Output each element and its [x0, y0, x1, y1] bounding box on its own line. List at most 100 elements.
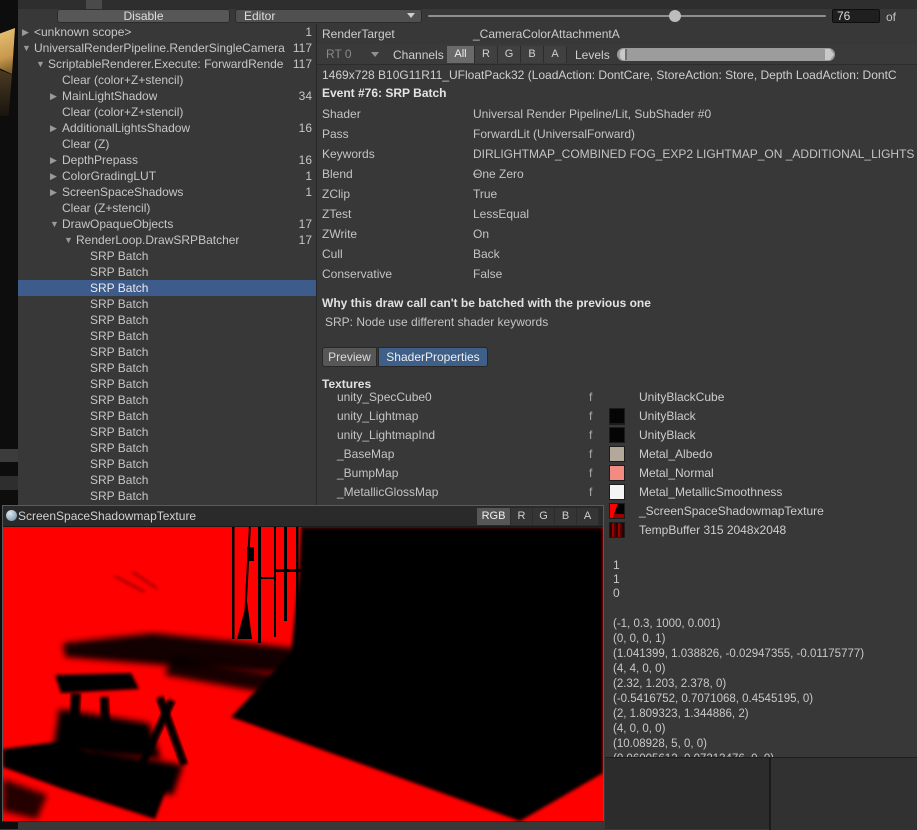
tree-row-colorgradinglut[interactable]: ▶ColorGradingLUT1 [18, 168, 316, 184]
texture-thumbnail[interactable] [609, 484, 625, 500]
tree-row-screenspaceshadows[interactable]: ▶ScreenSpaceShadows1 [18, 184, 316, 200]
texture-name: UnityBlack [639, 409, 696, 423]
foldout-open-icon[interactable]: ▼ [50, 216, 59, 232]
levels-max-handle[interactable] [825, 49, 834, 60]
draw-call-count: 34 [299, 88, 312, 104]
tree-row-srp-batch[interactable]: SRP Batch [18, 440, 316, 456]
frame-slider-thumb[interactable] [669, 10, 681, 22]
draw-call-count: 117 [293, 40, 312, 56]
frame-number-input[interactable]: 76 [832, 9, 880, 23]
chevron-down-icon [371, 52, 379, 57]
tree-row-label: SRP Batch [90, 488, 148, 504]
tab-preview[interactable]: Preview [322, 347, 377, 367]
texture-thumbnail[interactable] [609, 465, 625, 481]
tree-row-srp-batch[interactable]: SRP Batch [18, 344, 316, 360]
texture-param-name: unity_LightmapInd [337, 428, 435, 442]
preview-titlebar[interactable]: ScreenSpaceShadowmapTexture RGBRGBA [3, 506, 603, 527]
tree-row-srp-batch[interactable]: SRP Batch [18, 424, 316, 440]
tree-row--unknown-scope-[interactable]: ▶ <unknown scope> 1 [18, 24, 316, 40]
foldout-closed-icon[interactable]: ▶ [50, 152, 57, 168]
property-key-ztest: ZTest [322, 207, 351, 221]
tree-row-srp-batch[interactable]: SRP Batch [18, 472, 316, 488]
texture-thumbnail[interactable] [609, 446, 625, 462]
channel-all-button[interactable]: All [447, 46, 475, 63]
tree-row-clear-color-z-stencil-[interactable]: Clear (color+Z+stencil) [18, 72, 316, 88]
preview-channel-rgb-button[interactable]: RGB [477, 508, 511, 525]
foldout-closed-icon[interactable]: ▶ [50, 120, 57, 136]
tree-row-srp-batch[interactable]: SRP Batch [18, 280, 316, 296]
draw-call-count: 1 [305, 24, 312, 40]
foldout-open-icon[interactable]: ▼ [22, 40, 31, 56]
preview-channel-a-button[interactable]: A [577, 508, 599, 525]
tree-row-srp-batch[interactable]: SRP Batch [18, 312, 316, 328]
tree-row-label: SRP Batch [90, 312, 148, 328]
draw-call-count: 16 [299, 120, 312, 136]
tree-row-label: SRP Batch [90, 344, 148, 360]
tree-row-srp-batch[interactable]: SRP Batch [18, 296, 316, 312]
channel-b-button[interactable]: B [521, 46, 544, 63]
channel-a-button[interactable]: A [544, 46, 567, 63]
channel-g-button[interactable]: G [498, 46, 521, 63]
texture-name: TempBuffer 315 2048x2048 [639, 523, 786, 537]
texture-preview-window[interactable]: ScreenSpaceShadowmapTexture RGBRGBA [2, 505, 604, 822]
tree-row-label: SRP Batch [90, 440, 148, 456]
foldout-closed-icon[interactable]: ▶ [50, 168, 57, 184]
tree-row-label: DepthPrepass [62, 152, 138, 168]
texture-name: _ScreenSpaceShadowmapTexture [639, 504, 824, 518]
textures-section-title: Textures [322, 377, 371, 391]
target-select-dropdown[interactable]: Editor [235, 9, 422, 23]
texture-name: Metal_Normal [639, 466, 714, 480]
tree-row-srp-batch[interactable]: SRP Batch [18, 264, 316, 280]
texture-thumbnail[interactable] [609, 522, 625, 538]
tree-row-mainlightshadow[interactable]: ▶MainLightShadow34 [18, 88, 316, 104]
foldout-open-icon[interactable]: ▼ [64, 232, 73, 248]
foldout-closed-icon[interactable]: ▶ [22, 24, 29, 40]
preview-channel-r-button[interactable]: R [511, 508, 533, 525]
tree-row-drawopaqueobjects[interactable]: ▼DrawOpaqueObjects17 [18, 216, 316, 232]
tree-row-label: ColorGradingLUT [62, 168, 156, 184]
tree-row-depthprepass[interactable]: ▶ DepthPrepass 16 [18, 152, 316, 168]
texture-thumbnail[interactable] [609, 427, 625, 443]
tree-row-srp-batch[interactable]: SRP Batch [18, 248, 316, 264]
channel-r-button[interactable]: R [475, 46, 498, 63]
texture-name: Metal_MetallicSmoothness [639, 485, 782, 499]
foldout-open-icon[interactable]: ▼ [36, 56, 45, 72]
tree-row-label: Clear (Z+stencil) [62, 200, 150, 216]
tree-row-label: <unknown scope> [34, 24, 131, 40]
tree-row-srp-batch[interactable]: SRP Batch [18, 408, 316, 424]
tree-row-label: SRP Batch [90, 328, 148, 344]
levels-min-handle[interactable] [620, 49, 627, 60]
tree-row-clear-z-[interactable]: Clear (Z) [18, 136, 316, 152]
frame-slider-track[interactable] [428, 15, 826, 17]
texture-name: Metal_Albedo [639, 447, 712, 461]
tree-row-clear-color-z-stencil-[interactable]: Clear (color+Z+stencil) [18, 104, 316, 120]
tree-row-srp-batch[interactable]: SRP Batch [18, 392, 316, 408]
foldout-closed-icon[interactable]: ▶ [50, 184, 57, 200]
rt-index-dropdown[interactable]: RT 0 [321, 47, 383, 62]
texture-flag: f [589, 485, 592, 499]
property-key-pass: Pass [322, 127, 349, 141]
texture-thumbnail[interactable] [609, 408, 625, 424]
texture-thumbnail[interactable] [609, 503, 625, 519]
property-value-ztest: LessEqual [473, 207, 917, 221]
tree-row-universalrenderpipeline-rendersinglecamera[interactable]: ▼UniversalRenderPipeline.RenderSingleCam… [18, 40, 316, 56]
tree-row-label: Clear (color+Z+stencil) [62, 104, 183, 120]
float-value: 1 [613, 572, 620, 586]
tree-row-clear-z-stencil-[interactable]: Clear (Z+stencil) [18, 200, 316, 216]
levels-range-slider[interactable] [617, 48, 835, 61]
tree-row-srp-batch[interactable]: SRP Batch [18, 376, 316, 392]
tree-row-srp-batch[interactable]: SRP Batch [18, 488, 316, 504]
tree-row-additionallightsshadow[interactable]: ▶AdditionalLightsShadow16 [18, 120, 316, 136]
tree-row-srp-batch[interactable]: SRP Batch [18, 360, 316, 376]
tree-row-scriptablerenderer-execute-forwardrende[interactable]: ▼ScriptableRenderer.Execute: ForwardRend… [18, 56, 316, 72]
foldout-closed-icon[interactable]: ▶ [50, 88, 57, 104]
texture-flag: f [589, 409, 592, 423]
disable-button[interactable]: Disable [57, 9, 230, 23]
preview-channel-g-button[interactable]: G [533, 508, 555, 525]
preview-channel-b-button[interactable]: B [555, 508, 577, 525]
tree-row-srp-batch[interactable]: SRP Batch [18, 328, 316, 344]
tree-row-srp-batch[interactable]: SRP Batch [18, 456, 316, 472]
tab-shader-properties[interactable]: ShaderProperties [378, 347, 488, 367]
draw-call-count: 16 [299, 152, 312, 168]
tree-row-renderloop-drawsrpbatcher[interactable]: ▼RenderLoop.DrawSRPBatcher17 [18, 232, 316, 248]
